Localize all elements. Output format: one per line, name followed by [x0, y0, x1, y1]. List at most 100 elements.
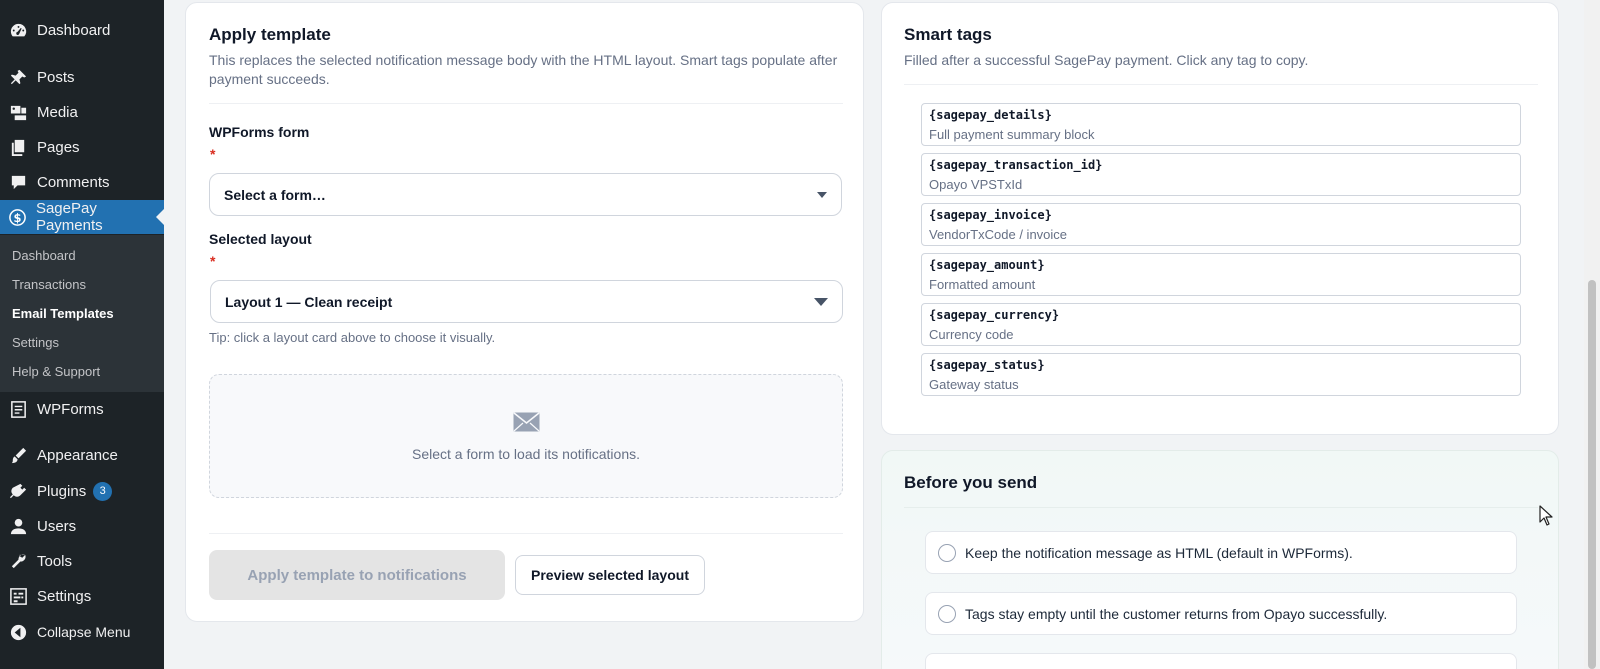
submenu-item-transactions[interactable]: Transactions: [12, 277, 86, 292]
scrollbar-thumb[interactable]: [1588, 280, 1596, 669]
smart-tags-description: Filled after a successful SagePay paymen…: [904, 52, 1309, 68]
menu-item-plugins[interactable]: Plugins 3: [0, 474, 164, 508]
smart-tag-row[interactable]: {sagepay_transaction_id} Opayo VPSTxId: [921, 153, 1521, 196]
menu-label: Settings: [37, 587, 92, 605]
form-select-value: Select a form…: [224, 186, 326, 203]
sagepay-submenu: Dashboard Transactions Email Templates S…: [0, 235, 164, 392]
menu-label: Collapse Menu: [37, 624, 131, 640]
dashboard-icon: [0, 21, 37, 40]
apply-template-title: Apply template: [209, 25, 331, 44]
smart-tags-card: Smart tags Filled after a successful Sag…: [881, 2, 1559, 435]
chevron-down-icon: [817, 191, 827, 198]
menu-label: Media: [37, 103, 78, 121]
required-marker: *: [210, 146, 216, 162]
checklist-text: Tags stay empty until the customer retur…: [965, 605, 1388, 622]
menu-item-posts[interactable]: Posts: [0, 60, 164, 94]
pin-icon: [0, 68, 37, 87]
user-icon: [0, 517, 37, 536]
menu-item-media[interactable]: Media: [0, 95, 164, 129]
apply-template-card: Apply template This replaces the selecte…: [185, 2, 864, 622]
menu-item-sagepay-payments[interactable]: $ SagePay Payments: [0, 200, 165, 234]
collapse-menu-button[interactable]: Collapse Menu: [0, 615, 164, 649]
smart-tag-row[interactable]: {sagepay_details} Full payment summary b…: [921, 103, 1521, 146]
divider: [904, 507, 1538, 508]
smart-tag-row[interactable]: {sagepay_status} Gateway status: [921, 353, 1521, 396]
tag-code: {sagepay_transaction_id}: [929, 158, 1103, 172]
comment-icon: [0, 173, 37, 192]
checklist-item[interactable]: Keep the notification message as HTML (d…: [925, 531, 1517, 574]
before-you-send-title: Before you send: [904, 473, 1038, 492]
media-icon: [0, 103, 37, 122]
tag-code: {sagepay_currency}: [929, 308, 1060, 322]
plugins-update-badge: 3: [93, 481, 113, 501]
checklist-item[interactable]: Tags stay empty until the customer retur…: [925, 592, 1517, 635]
menu-item-appearance[interactable]: Appearance: [0, 438, 164, 472]
smart-tags-title: Smart tags: [904, 25, 992, 44]
dollar-icon: $: [0, 208, 36, 227]
before-you-send-card: Before you send Keep the notification me…: [881, 450, 1559, 669]
submenu-item-help-support[interactable]: Help & Support: [12, 364, 100, 379]
required-marker: *: [210, 253, 216, 269]
submenu-item-email-templates[interactable]: Email Templates: [12, 306, 114, 321]
submenu-item-dashboard[interactable]: Dashboard: [12, 248, 76, 263]
layout-tip: Tip: click a layout card above to choose…: [209, 330, 496, 345]
menu-item-dashboard[interactable]: Dashboard: [0, 13, 164, 47]
menu-label: Users: [37, 517, 77, 535]
svg-text:$: $: [14, 210, 22, 224]
menu-item-pages[interactable]: Pages: [0, 130, 164, 164]
menu-item-users[interactable]: Users: [0, 509, 164, 543]
radio-circle[interactable]: [938, 543, 956, 562]
wpforms-form-label: WPForms form: [209, 124, 310, 140]
pages-icon: [0, 138, 37, 157]
tag-code: {sagepay_status}: [929, 358, 1045, 372]
divider: [209, 103, 843, 104]
empty-state-text: Select a form to load its notifications.: [412, 446, 640, 462]
menu-label: SagePay Payments: [35, 200, 103, 234]
notifications-empty-state: Select a form to load its notifications.: [209, 374, 843, 498]
form-select[interactable]: Select a form…: [209, 173, 842, 216]
menu-label: Plugins: [37, 482, 87, 500]
menu-label: Tools: [37, 552, 73, 570]
divider: [904, 84, 1538, 85]
smart-tag-row[interactable]: {sagepay_currency} Currency code: [921, 303, 1521, 346]
radio-circle[interactable]: [938, 604, 956, 623]
apply-template-button[interactable]: Apply template to notifications: [209, 550, 505, 600]
selected-layout-label: Selected layout: [209, 231, 312, 247]
menu-label: Posts: [37, 68, 75, 86]
menu-label: Pages: [37, 138, 80, 156]
tag-code: {sagepay_invoice}: [929, 208, 1052, 222]
checklist-text: Keep the notification message as HTML (d…: [965, 544, 1353, 561]
wpforms-icon: [0, 400, 37, 419]
menu-item-tools[interactable]: Tools: [0, 544, 164, 578]
apply-template-description: This replaces the selected notification …: [209, 52, 838, 87]
tag-description: Currency code: [929, 327, 1014, 342]
menu-label: WPForms: [37, 400, 104, 418]
smart-tag-row[interactable]: {sagepay_invoice} VendorTxCode / invoice: [921, 203, 1521, 246]
divider: [209, 533, 843, 534]
submenu-item-settings[interactable]: Settings: [12, 335, 59, 350]
menu-item-comments[interactable]: Comments: [0, 165, 164, 199]
menu-label: Appearance: [37, 446, 118, 464]
tag-description: Formatted amount: [929, 277, 1036, 292]
mouse-cursor-icon: [1539, 505, 1553, 526]
menu-label: Dashboard: [37, 21, 111, 39]
tag-description: Opayo VPSTxId: [929, 177, 1023, 192]
collapse-icon: [0, 623, 37, 642]
wrench-icon: [0, 552, 37, 571]
smart-tag-row[interactable]: {sagepay_amount} Formatted amount: [921, 253, 1521, 296]
tag-description: VendorTxCode / invoice: [929, 227, 1068, 242]
menu-label: Comments: [37, 173, 110, 191]
checklist-item[interactable]: [925, 653, 1517, 669]
envelope-icon: [513, 412, 540, 432]
chevron-down-icon: [814, 297, 828, 306]
page-scrollbar[interactable]: [1584, 0, 1600, 669]
layout-select-value: Layout 1 — Clean receipt: [225, 293, 393, 310]
tag-code: {sagepay_amount}: [929, 258, 1045, 272]
brush-icon: [0, 446, 37, 465]
preview-layout-button[interactable]: Preview selected layout: [515, 555, 705, 595]
tag-code: {sagepay_details}: [929, 108, 1052, 122]
menu-item-wpforms[interactable]: WPForms: [0, 392, 164, 426]
tag-description: Full payment summary block: [929, 127, 1095, 142]
menu-item-settings[interactable]: Settings: [0, 579, 164, 613]
layout-select[interactable]: Layout 1 — Clean receipt: [210, 280, 843, 323]
